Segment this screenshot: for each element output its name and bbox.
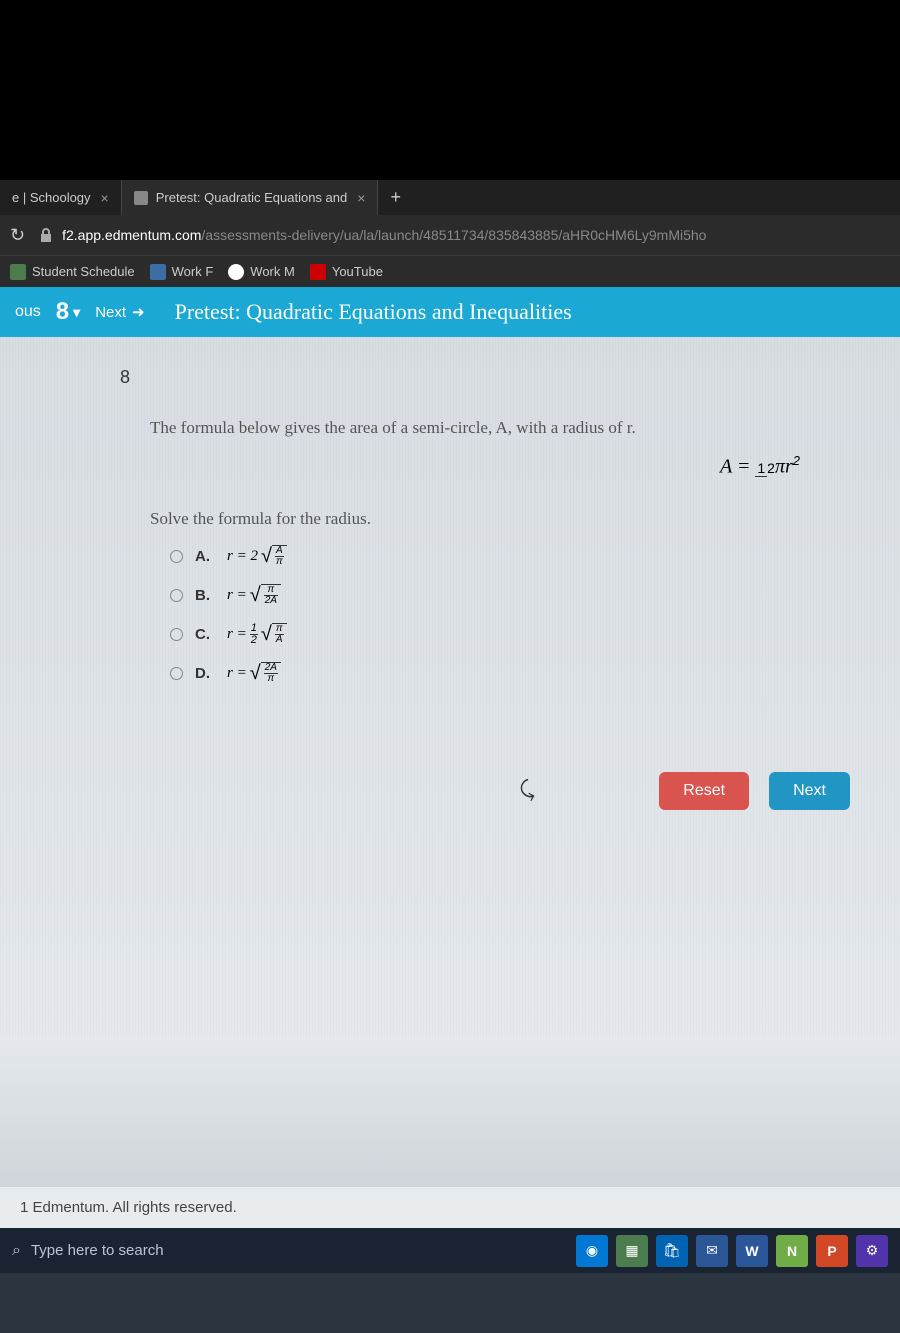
radio-button[interactable]	[170, 628, 183, 641]
search-placeholder: Type here to search	[31, 1242, 164, 1259]
breadcrumb-dropdown[interactable]: 8 ▾	[56, 298, 80, 326]
close-icon[interactable]: ×	[101, 190, 109, 206]
taskbar-app-icon[interactable]: ✉	[696, 1235, 728, 1267]
answer-option-a[interactable]: A. r = 2√Aπ	[150, 545, 860, 568]
bookmark-work-f[interactable]: Work F	[150, 264, 214, 280]
close-icon[interactable]: ×	[357, 190, 365, 206]
formula-display: A = 12πr2	[150, 453, 860, 479]
page-title: Pretest: Quadratic Equations and Inequal…	[175, 299, 572, 325]
taskbar-search[interactable]: ⌕ Type here to search	[12, 1242, 164, 1260]
search-icon: ⌕	[12, 1242, 21, 1260]
next-button[interactable]: Next	[769, 772, 850, 810]
tab-strip: e | Schoology × Pretest: Quadratic Equat…	[0, 180, 900, 215]
option-label: C.	[195, 626, 215, 643]
bookmark-icon	[150, 264, 166, 280]
tab-favicon	[134, 191, 148, 205]
question-content: 8 The formula below gives the area of a …	[0, 337, 900, 1037]
taskbar: ⌕ Type here to search ◉ ▦ 🛍 ✉ W N P ⚙	[0, 1228, 900, 1273]
breadcrumb-next-button[interactable]: Next ➜	[95, 303, 144, 321]
reset-button[interactable]: Reset	[659, 772, 749, 810]
option-formula: r = √π2A	[227, 584, 281, 607]
question-number-selector: 8	[56, 298, 69, 326]
bookmark-label: Work F	[172, 264, 214, 279]
taskbar-app-icon[interactable]: ▦	[616, 1235, 648, 1267]
bookmark-label: Student Schedule	[32, 264, 135, 279]
breadcrumb-previous[interactable]: ous	[15, 303, 41, 321]
chevron-down-icon: ▾	[73, 304, 80, 321]
bookmark-icon	[10, 264, 26, 280]
bookmark-icon	[228, 264, 244, 280]
taskbar-app-icon[interactable]: 🛍	[656, 1235, 688, 1267]
bookmark-work-m[interactable]: Work M	[228, 264, 295, 280]
option-formula: r = √2Aπ	[227, 662, 281, 685]
tab-label: e | Schoology	[12, 190, 91, 205]
question-prompt-line2: Solve the formula for the radius.	[150, 509, 860, 529]
question-prompt-line1: The formula below gives the area of a se…	[150, 418, 860, 438]
copyright-text: 1 Edmentum. All rights reserved.	[0, 1187, 900, 1228]
address-bar: ↻ f2.app.edmentum.com /assessments-deliv…	[0, 215, 900, 255]
url-input[interactable]: f2.app.edmentum.com /assessments-deliver…	[40, 227, 890, 243]
arrow-right-icon: ➜	[132, 303, 145, 321]
taskbar-powerpoint-icon[interactable]: P	[816, 1235, 848, 1267]
bookmark-label: Work M	[250, 264, 295, 279]
bookmark-label: YouTube	[332, 264, 383, 279]
taskbar-settings-icon[interactable]: ⚙	[856, 1235, 888, 1267]
option-label: D.	[195, 665, 215, 682]
question-number: 8	[120, 367, 860, 388]
bookmarks-bar: Student Schedule Work F Work M YouTube	[0, 255, 900, 287]
option-formula: r = 2√Aπ	[227, 545, 287, 568]
answer-option-d[interactable]: D. r = √2Aπ	[150, 662, 860, 685]
option-label: A.	[195, 548, 215, 565]
tab-schoology[interactable]: e | Schoology ×	[0, 180, 122, 215]
answer-option-b[interactable]: B. r = √π2A	[150, 584, 860, 607]
next-label: Next	[95, 304, 126, 321]
taskbar-onenote-icon[interactable]: N	[776, 1235, 808, 1267]
breadcrumb-bar: ous 8 ▾ Next ➜ Pretest: Quadratic Equati…	[0, 287, 900, 337]
radio-button[interactable]	[170, 550, 183, 563]
bookmark-student-schedule[interactable]: Student Schedule	[10, 264, 135, 280]
url-domain: f2.app.edmentum.com	[62, 227, 201, 243]
tab-label: Pretest: Quadratic Equations and	[156, 190, 348, 205]
answer-option-c[interactable]: C. r = 12√πA	[150, 623, 860, 646]
new-tab-button[interactable]: +	[378, 187, 413, 208]
bookmark-icon	[310, 264, 326, 280]
taskbar-app-icon[interactable]: ◉	[576, 1235, 608, 1267]
taskbar-icons: ◉ ▦ 🛍 ✉ W N P ⚙	[576, 1235, 888, 1267]
taskbar-word-icon[interactable]: W	[736, 1235, 768, 1267]
cursor-icon: ⤹	[517, 776, 536, 805]
tab-pretest[interactable]: Pretest: Quadratic Equations and ×	[122, 180, 379, 215]
radio-button[interactable]	[170, 589, 183, 602]
reload-icon[interactable]: ↻	[10, 225, 25, 246]
option-label: B.	[195, 587, 215, 604]
radio-button[interactable]	[170, 667, 183, 680]
option-formula: r = 12√πA	[227, 623, 287, 646]
lock-icon	[40, 228, 54, 242]
url-path: /assessments-delivery/ua/la/launch/48511…	[201, 227, 706, 243]
bookmark-youtube[interactable]: YouTube	[310, 264, 383, 280]
